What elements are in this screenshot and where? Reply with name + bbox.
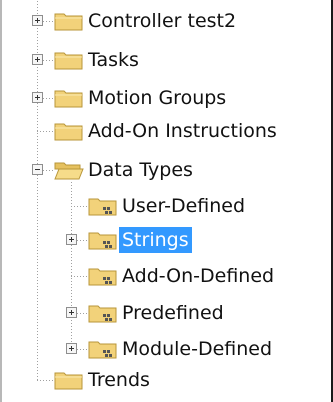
folder-icon (54, 10, 84, 32)
tree-item-label: Tasks (88, 49, 139, 71)
tree-item-label: Trends (88, 369, 150, 391)
folder-icon (54, 369, 84, 391)
tree-item-controller-test2[interactable]: Controller test2 (26, 3, 239, 39)
expand-plus-icon[interactable] (66, 343, 77, 354)
tree-item-label: Add-On-Defined (122, 265, 275, 287)
expand-plus-icon[interactable] (32, 54, 43, 65)
project-tree-panel: Controller test2 Tasks Motion Groups Add… (0, 0, 333, 402)
data-type-folder-icon (88, 229, 118, 251)
folder-icon (54, 120, 84, 142)
tree-item-motion-groups[interactable]: Motion Groups (26, 80, 229, 116)
expand-plus-icon[interactable] (32, 92, 43, 103)
expand-plus-icon[interactable] (32, 15, 43, 26)
tree-item-strings[interactable]: Strings (60, 222, 192, 258)
folder-open-icon (54, 159, 84, 181)
data-type-folder-icon (88, 195, 118, 217)
tree-item-tasks[interactable]: Tasks (26, 42, 142, 78)
tree-item-user-defined[interactable]: User-Defined (60, 188, 248, 224)
expand-plus-icon[interactable] (66, 307, 77, 318)
tree-item-predefined[interactable]: Predefined (60, 295, 227, 331)
tree-item-label-selected: Strings (119, 227, 192, 253)
tree-item-label: User-Defined (122, 195, 246, 217)
project-tree: Controller test2 Tasks Motion Groups Add… (2, 0, 333, 402)
expand-plus-icon[interactable] (66, 234, 77, 245)
tree-item-label: Add-On Instructions (88, 120, 277, 142)
collapse-minus-icon[interactable] (32, 164, 43, 175)
folder-icon (54, 49, 84, 71)
tree-item-label: Module-Defined (122, 338, 273, 360)
folder-icon (54, 87, 84, 109)
tree-item-add-on-defined[interactable]: Add-On-Defined (60, 258, 277, 294)
data-type-folder-icon (88, 338, 118, 360)
data-type-folder-icon (88, 302, 118, 324)
tree-item-add-on-instructions[interactable]: Add-On Instructions (26, 113, 280, 149)
tree-item-trends[interactable]: Trends (26, 362, 153, 398)
tree-item-data-types[interactable]: Data Types (26, 152, 196, 188)
tree-item-label: Motion Groups (88, 87, 227, 109)
tree-item-label: Controller test2 (88, 10, 237, 32)
tree-item-label: Predefined (122, 302, 224, 324)
tree-item-label: Data Types (88, 159, 193, 181)
data-type-folder-icon (88, 265, 118, 287)
